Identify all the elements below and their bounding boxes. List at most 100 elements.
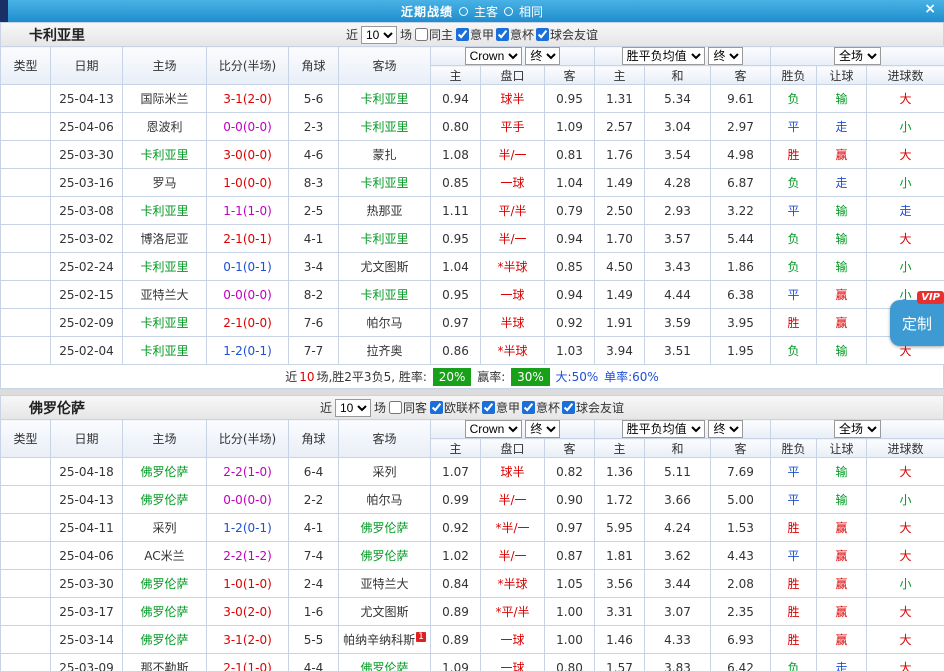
cell-away-team[interactable]: 佛罗伦萨 [339, 654, 431, 671]
cell-home-team[interactable]: 佛罗伦萨 [123, 486, 207, 514]
option-radio-1[interactable] [459, 7, 468, 16]
match-row[interactable]: 意甲 25-04-06 恩波利 0-0(0-0) 2-3 卡利亚里 0.80 平… [1, 113, 944, 141]
league-filter[interactable]: 欧联杯 [430, 399, 480, 416]
cell-away-team[interactable]: 亚特兰大 [339, 570, 431, 598]
league-filter[interactable]: 意甲 [482, 399, 520, 416]
cell-score[interactable]: 1-2(0-1) [207, 337, 289, 365]
cell-score[interactable]: 3-0(0-0) [207, 141, 289, 169]
match-row[interactable]: 意甲 25-02-09 卡利亚里 2-1(0-0) 7-6 帕尔马 0.97 半… [1, 309, 944, 337]
option-radio-2[interactable] [504, 7, 513, 16]
cell-score[interactable]: 2-1(0-0) [207, 309, 289, 337]
league-checkbox[interactable] [456, 28, 469, 41]
cell-home-team[interactable]: 国际米兰 [123, 85, 207, 113]
avg-select[interactable]: 胜平负均值 [622, 47, 705, 65]
cell-home-team[interactable]: 卡利亚里 [123, 197, 207, 225]
cell-away-team[interactable]: 帕尔马 [339, 309, 431, 337]
cell-score[interactable]: 3-0(2-0) [207, 598, 289, 626]
cell-home-team[interactable]: 卡利亚里 [123, 253, 207, 281]
cell-away-team[interactable]: 拉齐奥 [339, 337, 431, 365]
option-label-1[interactable]: 主客 [474, 3, 498, 20]
cell-score[interactable]: 1-2(0-1) [207, 514, 289, 542]
cell-score[interactable]: 2-2(1-0) [207, 458, 289, 486]
cell-home-team[interactable]: 卡利亚里 [123, 141, 207, 169]
cell-away-team[interactable]: 蒙扎 [339, 141, 431, 169]
bookmaker-select[interactable]: Crown [465, 47, 522, 65]
match-row[interactable]: 意甲 25-03-08 卡利亚里 1-1(1-0) 2-5 热那亚 1.11 平… [1, 197, 944, 225]
league-checkbox[interactable] [536, 28, 549, 41]
cell-home-team[interactable]: 卡利亚里 [123, 309, 207, 337]
cell-away-team[interactable]: 帕纳辛纳科斯1 [339, 626, 431, 654]
cell-away-team[interactable]: 卡利亚里 [339, 169, 431, 197]
close-icon[interactable]: × [924, 1, 936, 17]
cell-score[interactable]: 0-1(0-1) [207, 253, 289, 281]
cell-away-team[interactable]: 采列 [339, 458, 431, 486]
cell-away-team[interactable]: 热那亚 [339, 197, 431, 225]
match-row[interactable]: 意甲 25-02-24 卡利亚里 0-1(0-1) 3-4 尤文图斯 1.04 … [1, 253, 944, 281]
league-filter[interactable]: 意甲 [456, 26, 494, 43]
same-filter[interactable]: 同主 [415, 26, 453, 43]
cell-home-team[interactable]: 罗马 [123, 169, 207, 197]
cell-home-team[interactable]: AC米兰 [123, 542, 207, 570]
avg-select[interactable]: 胜平负均值 [622, 420, 705, 438]
final-avg-select[interactable]: 终 [708, 47, 743, 65]
cell-home-team[interactable]: 恩波利 [123, 113, 207, 141]
cell-score[interactable]: 3-1(2-0) [207, 85, 289, 113]
cell-away-team[interactable]: 卡利亚里 [339, 113, 431, 141]
cell-score[interactable]: 1-0(0-0) [207, 169, 289, 197]
cell-home-team[interactable]: 佛罗伦萨 [123, 570, 207, 598]
final-avg-select[interactable]: 终 [708, 420, 743, 438]
scope-select[interactable]: 全场 [834, 47, 881, 65]
cell-home-team[interactable]: 那不勒斯 [123, 654, 207, 671]
cell-score[interactable]: 1-0(1-0) [207, 570, 289, 598]
cell-away-team[interactable]: 佛罗伦萨 [339, 542, 431, 570]
match-row[interactable]: 意甲 25-03-09 那不勒斯 2-1(1-0) 4-4 佛罗伦萨 1.09 … [1, 654, 944, 671]
cell-score[interactable]: 1-1(1-0) [207, 197, 289, 225]
final-odds-select[interactable]: 终 [525, 47, 560, 65]
cell-home-team[interactable]: 博洛尼亚 [123, 225, 207, 253]
match-row[interactable]: 意甲 25-03-30 卡利亚里 3-0(0-0) 4-6 蒙扎 1.08 半/… [1, 141, 944, 169]
cell-home-team[interactable]: 佛罗伦萨 [123, 598, 207, 626]
cell-away-team[interactable]: 佛罗伦萨 [339, 514, 431, 542]
cell-score[interactable]: 0-0(0-0) [207, 281, 289, 309]
match-row[interactable]: 欧联杯 25-04-11 采列 1-2(0-1) 4-1 佛罗伦萨 0.92 *… [1, 514, 944, 542]
count-select[interactable]: 10 [361, 26, 397, 44]
match-row[interactable]: 意甲 25-04-13 佛罗伦萨 0-0(0-0) 2-2 帕尔马 0.99 半… [1, 486, 944, 514]
same-checkbox[interactable] [415, 28, 428, 41]
match-row[interactable]: 意甲 25-02-04 卡利亚里 1-2(0-1) 7-7 拉齐奥 0.86 *… [1, 337, 944, 365]
match-row[interactable]: 意甲 25-02-15 亚特兰大 0-0(0-0) 8-2 卡利亚里 0.95 … [1, 281, 944, 309]
match-row[interactable]: 意甲 25-04-06 AC米兰 2-2(1-2) 7-4 佛罗伦萨 1.02 … [1, 542, 944, 570]
cell-away-team[interactable]: 帕尔马 [339, 486, 431, 514]
cell-score[interactable]: 2-2(1-2) [207, 542, 289, 570]
match-row[interactable]: 欧联杯 25-03-14 佛罗伦萨 3-1(2-0) 5-5 帕纳辛纳科斯1 0… [1, 626, 944, 654]
cell-away-team[interactable]: 卡利亚里 [339, 85, 431, 113]
cell-home-team[interactable]: 亚特兰大 [123, 281, 207, 309]
cell-home-team[interactable]: 佛罗伦萨 [123, 458, 207, 486]
same-checkbox[interactable] [389, 401, 402, 414]
vip-customize-button[interactable]: VIP 定制 [890, 300, 944, 346]
cell-score[interactable]: 3-1(2-0) [207, 626, 289, 654]
cell-score[interactable]: 2-1(1-0) [207, 654, 289, 671]
scope-select[interactable]: 全场 [834, 420, 881, 438]
league-filter[interactable]: 意杯 [496, 26, 534, 43]
league-checkbox[interactable] [522, 401, 535, 414]
match-row[interactable]: 意甲 25-03-16 罗马 1-0(0-0) 8-3 卡利亚里 0.85 一球… [1, 169, 944, 197]
league-checkbox[interactable] [562, 401, 575, 414]
match-row[interactable]: 意甲 25-03-17 佛罗伦萨 3-0(2-0) 1-6 尤文图斯 0.89 … [1, 598, 944, 626]
count-select[interactable]: 10 [335, 399, 371, 417]
cell-away-team[interactable]: 卡利亚里 [339, 281, 431, 309]
same-filter[interactable]: 同客 [389, 399, 427, 416]
cell-away-team[interactable]: 尤文图斯 [339, 253, 431, 281]
cell-home-team[interactable]: 佛罗伦萨 [123, 626, 207, 654]
league-checkbox[interactable] [496, 28, 509, 41]
cell-away-team[interactable]: 尤文图斯 [339, 598, 431, 626]
league-filter[interactable]: 意杯 [522, 399, 560, 416]
league-checkbox[interactable] [430, 401, 443, 414]
match-row[interactable]: 欧联杯 25-04-18 佛罗伦萨 2-2(1-0) 6-4 采列 1.07 球… [1, 458, 944, 486]
cell-score[interactable]: 0-0(0-0) [207, 486, 289, 514]
cell-score[interactable]: 0-0(0-0) [207, 113, 289, 141]
league-filter[interactable]: 球会友谊 [562, 399, 624, 416]
cell-home-team[interactable]: 卡利亚里 [123, 337, 207, 365]
cell-home-team[interactable]: 采列 [123, 514, 207, 542]
match-row[interactable]: 意甲 25-04-13 国际米兰 3-1(2-0) 5-6 卡利亚里 0.94 … [1, 85, 944, 113]
league-checkbox[interactable] [482, 401, 495, 414]
